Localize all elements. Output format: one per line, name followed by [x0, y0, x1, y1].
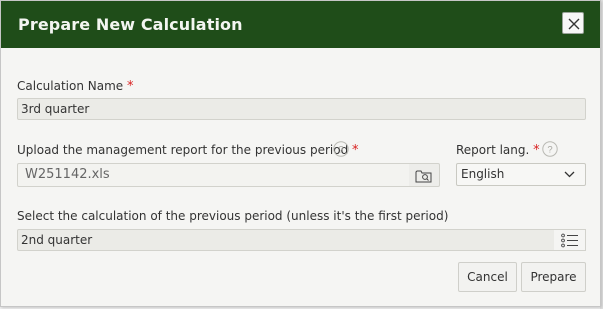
- required-marker: *: [533, 143, 540, 158]
- prepare-button[interactable]: Prepare: [521, 262, 586, 292]
- browse-file-button[interactable]: [409, 163, 440, 187]
- dialog-header: Prepare New Calculation: [1, 1, 600, 48]
- upload-file-input[interactable]: W251142.xls: [17, 163, 410, 187]
- close-icon: [568, 18, 580, 30]
- report-lang-label: Report lang. *: [456, 143, 540, 158]
- calculation-name-label: Calculation Name *: [17, 79, 134, 94]
- dialog-title: Prepare New Calculation: [18, 15, 243, 34]
- chevron-down-icon: [564, 171, 575, 178]
- previous-calculation-label: Select the calculation of the previous p…: [17, 209, 449, 223]
- list-icon: [561, 233, 578, 248]
- calculation-name-input[interactable]: 3rd quarter: [17, 98, 586, 120]
- select-previous-calculation-button[interactable]: [554, 229, 586, 251]
- close-button[interactable]: [562, 12, 584, 34]
- required-marker: *: [352, 143, 359, 158]
- prepare-calculation-dialog: Prepare New Calculation Calculation Name…: [0, 0, 601, 307]
- svg-text:?: ?: [547, 145, 552, 156]
- svg-text:?: ?: [338, 145, 343, 156]
- report-language-value: English: [461, 167, 505, 181]
- previous-calculation-input[interactable]: 2nd quarter: [17, 229, 555, 251]
- report-language-select[interactable]: English: [456, 163, 586, 186]
- help-icon[interactable]: ?: [333, 141, 349, 157]
- help-icon[interactable]: ?: [542, 141, 558, 157]
- upload-report-label: Upload the management report for the pre…: [17, 143, 359, 158]
- required-marker: *: [127, 79, 134, 94]
- cancel-button[interactable]: Cancel: [458, 262, 517, 292]
- folder-search-icon: [415, 170, 432, 183]
